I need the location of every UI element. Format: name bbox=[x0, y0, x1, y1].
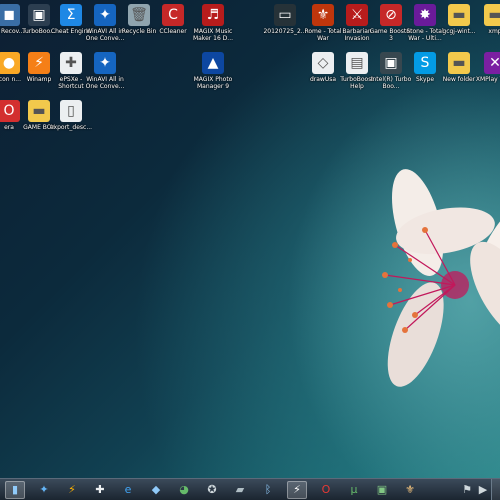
winavi-2-icon: ✦ bbox=[94, 52, 116, 74]
rome-taskbar-icon[interactable]: ⚜ bbox=[401, 482, 419, 498]
internet-explorer-taskbar-icon[interactable]: e bbox=[119, 482, 137, 498]
winavi-taskbar-icon[interactable]: ✦ bbox=[35, 482, 53, 498]
gcgj-folder-icon: ▬ bbox=[448, 4, 470, 26]
desktop-shortcut-magix-music-maker[interactable]: ♬ MAGIX Music Maker 16 D... bbox=[190, 4, 236, 42]
xmplay-icon: ✕ bbox=[484, 52, 500, 74]
xmp-folder-icon: ▬ bbox=[484, 4, 500, 26]
gamepad-taskbar-icon[interactable]: ✪ bbox=[203, 482, 221, 498]
epsxe-taskbar-icon[interactable]: ✚ bbox=[91, 482, 109, 498]
export-desc-file-icon: ▯ bbox=[60, 100, 82, 122]
magix-photo-manager-icon: ▲ bbox=[202, 52, 224, 74]
turboboost-icon: ▣ bbox=[28, 4, 50, 26]
controller-taskbar-icon[interactable]: ▰ bbox=[231, 482, 249, 498]
epsxe-icon: ✚ bbox=[60, 52, 82, 74]
taskbar: ▮ ✦ ⚡ ✚ e ◆ ◕ ✪ ▰ ᛒ ⚡ Oµ ▣ ⚜ ⚑ ▶ bbox=[0, 478, 500, 500]
rome-total-war-icon: ⚜ bbox=[312, 4, 334, 26]
torrent-taskbar-icon[interactable]: µ bbox=[345, 482, 363, 498]
ccleaner-icon: C bbox=[162, 4, 184, 26]
magix-music-maker-icon: ♬ bbox=[202, 4, 224, 26]
desktop-background: ◼SI Recov...▣TurboBoo...ΣCheat Engine✦Wi… bbox=[0, 0, 500, 479]
skype-icon: S bbox=[414, 52, 436, 74]
flash-app-taskbar-icon[interactable]: ⚡ bbox=[287, 480, 307, 499]
game-boy-folder-icon: ▬ bbox=[28, 100, 50, 122]
taskbar-pinned-apps: ▮ ✦ ⚡ ✚ e ◆ ◕ ✪ ▰ ᛒ ⚡ Oµ ▣ ⚜ bbox=[0, 480, 424, 499]
system-tray: ⚑ ▶ bbox=[459, 479, 500, 500]
flower-wallpaper-image bbox=[382, 169, 500, 387]
drawusa-file-icon: ◇ bbox=[312, 52, 334, 74]
tray-flag-icon[interactable]: ⚑ bbox=[461, 482, 473, 498]
game-booster-icon: ⊘ bbox=[380, 4, 402, 26]
desktop-shortcut-label: MAGIX Music Maker 16 D... bbox=[192, 28, 234, 42]
desktop-shortcut-label: export_desc... bbox=[49, 124, 93, 131]
stone-total-war-icon: ✸ bbox=[414, 4, 436, 26]
show-desktop-button[interactable] bbox=[491, 479, 500, 500]
desktop-shortcut-label: XMPlay Vis... bbox=[475, 76, 500, 83]
desktop-shortcut-label: WinAVI All in One Conve... bbox=[85, 76, 125, 90]
desktop-shortcut-xmp-folder[interactable]: ▬ xmp bbox=[472, 4, 500, 35]
desktop-shortcut-export-desc-file[interactable]: ▯ export_desc... bbox=[48, 100, 94, 131]
winamp-taskbar-icon[interactable]: ⚡ bbox=[63, 482, 81, 498]
winamp-icon: ⚡ bbox=[28, 52, 50, 74]
opera-taskbar-icon[interactable]: O bbox=[317, 482, 335, 498]
desktop-shortcut-magix-photo-manager[interactable]: ▲ MAGIX Photo Manager 9 bbox=[190, 52, 236, 90]
turboboost-help-icon: ▤ bbox=[346, 52, 368, 74]
file-explorer-taskbar-icon[interactable]: ▮ bbox=[5, 480, 25, 499]
winavi-icon: ✦ bbox=[94, 4, 116, 26]
barbarian-invasion-icon: ⚔ bbox=[346, 4, 368, 26]
new-folder-icon: ▬ bbox=[448, 52, 470, 74]
bluetooth-taskbar-icon[interactable]: ᛒ bbox=[259, 482, 277, 498]
desktop-shortcut-label: xmp bbox=[488, 28, 500, 35]
intel-turbo-boost-icon: ▣ bbox=[380, 52, 402, 74]
tray-volume-icon[interactable]: ▶ bbox=[477, 482, 489, 498]
desktop-shortcut-winavi-2[interactable]: ✦ WinAVI All in One Conve... bbox=[82, 52, 128, 90]
recycle-bin-icon: 🗑 bbox=[128, 4, 150, 26]
diamond-app-taskbar-icon[interactable]: ◆ bbox=[147, 482, 165, 498]
cheat-engine-icon: Σ bbox=[60, 4, 82, 26]
desktop-shortcut-xmplay[interactable]: ✕ XMPlay Vis... bbox=[472, 52, 500, 83]
desktop-shortcut-label: MAGIX Photo Manager 9 bbox=[193, 76, 233, 90]
screenshot-file-icon: ▭ bbox=[274, 4, 296, 26]
game-booster-taskbar-icon[interactable]: ▣ bbox=[373, 482, 391, 498]
tray-icons: ⚑ ▶ bbox=[459, 482, 491, 498]
green-app-taskbar-icon[interactable]: ◕ bbox=[175, 482, 193, 498]
